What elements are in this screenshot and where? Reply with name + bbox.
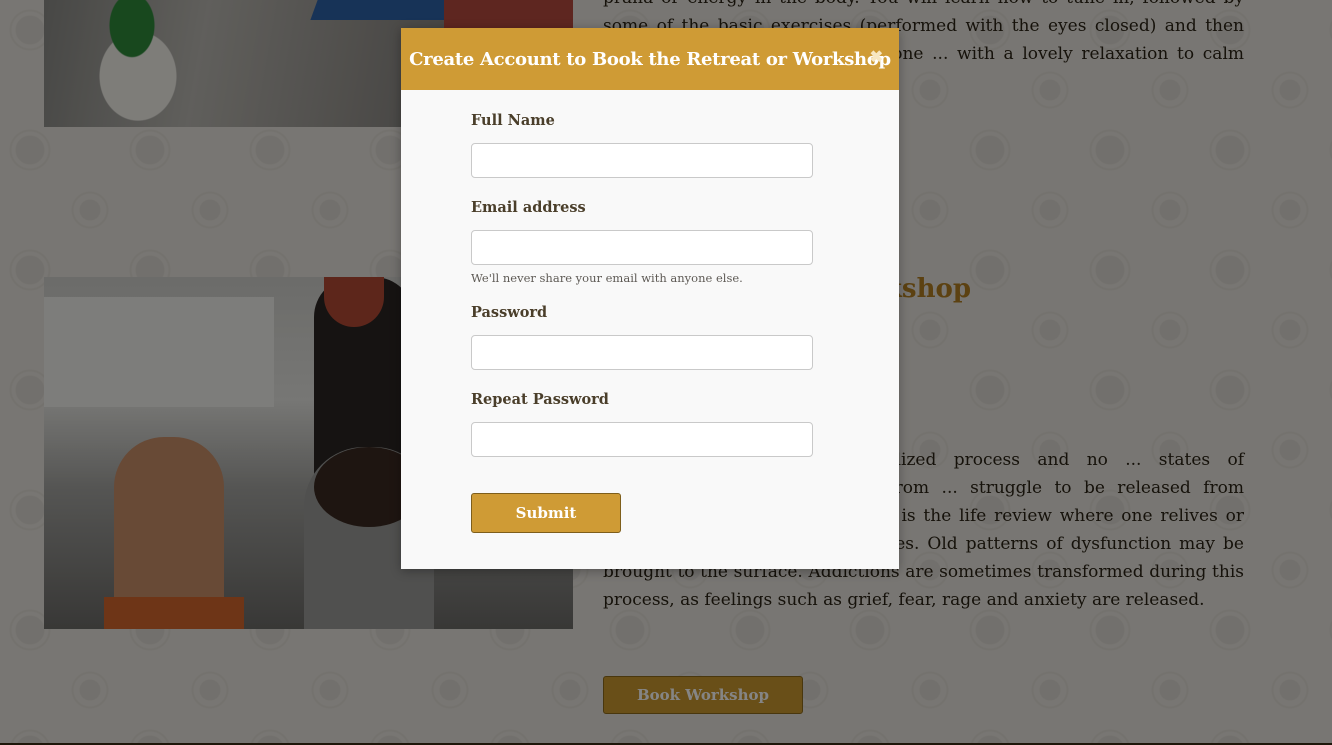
full-name-input[interactable] — [471, 143, 813, 178]
email-hint: We'll never share your email with anyone… — [471, 271, 743, 285]
email-group: Email address We'll never share your ema… — [471, 199, 813, 285]
password-label: Password — [471, 304, 548, 321]
repeat-password-group: Repeat Password — [471, 391, 813, 457]
email-input[interactable] — [471, 230, 813, 265]
repeat-password-label: Repeat Password — [471, 391, 609, 408]
create-account-form: Full Name Email address We'll never shar… — [471, 112, 813, 533]
full-name-group: Full Name — [471, 112, 813, 178]
password-input[interactable] — [471, 335, 813, 370]
create-account-modal: Create Account to Book the Retreat or Wo… — [401, 28, 899, 569]
close-icon[interactable]: ✖ — [870, 48, 883, 68]
full-name-label: Full Name — [471, 112, 555, 129]
modal-header: Create Account to Book the Retreat or Wo… — [401, 28, 899, 90]
repeat-password-input[interactable] — [471, 422, 813, 457]
password-group: Password — [471, 304, 813, 370]
modal-title: Create Account to Book the Retreat or Wo… — [409, 48, 891, 70]
email-label: Email address — [471, 199, 586, 216]
submit-button[interactable]: Submit — [471, 493, 621, 533]
